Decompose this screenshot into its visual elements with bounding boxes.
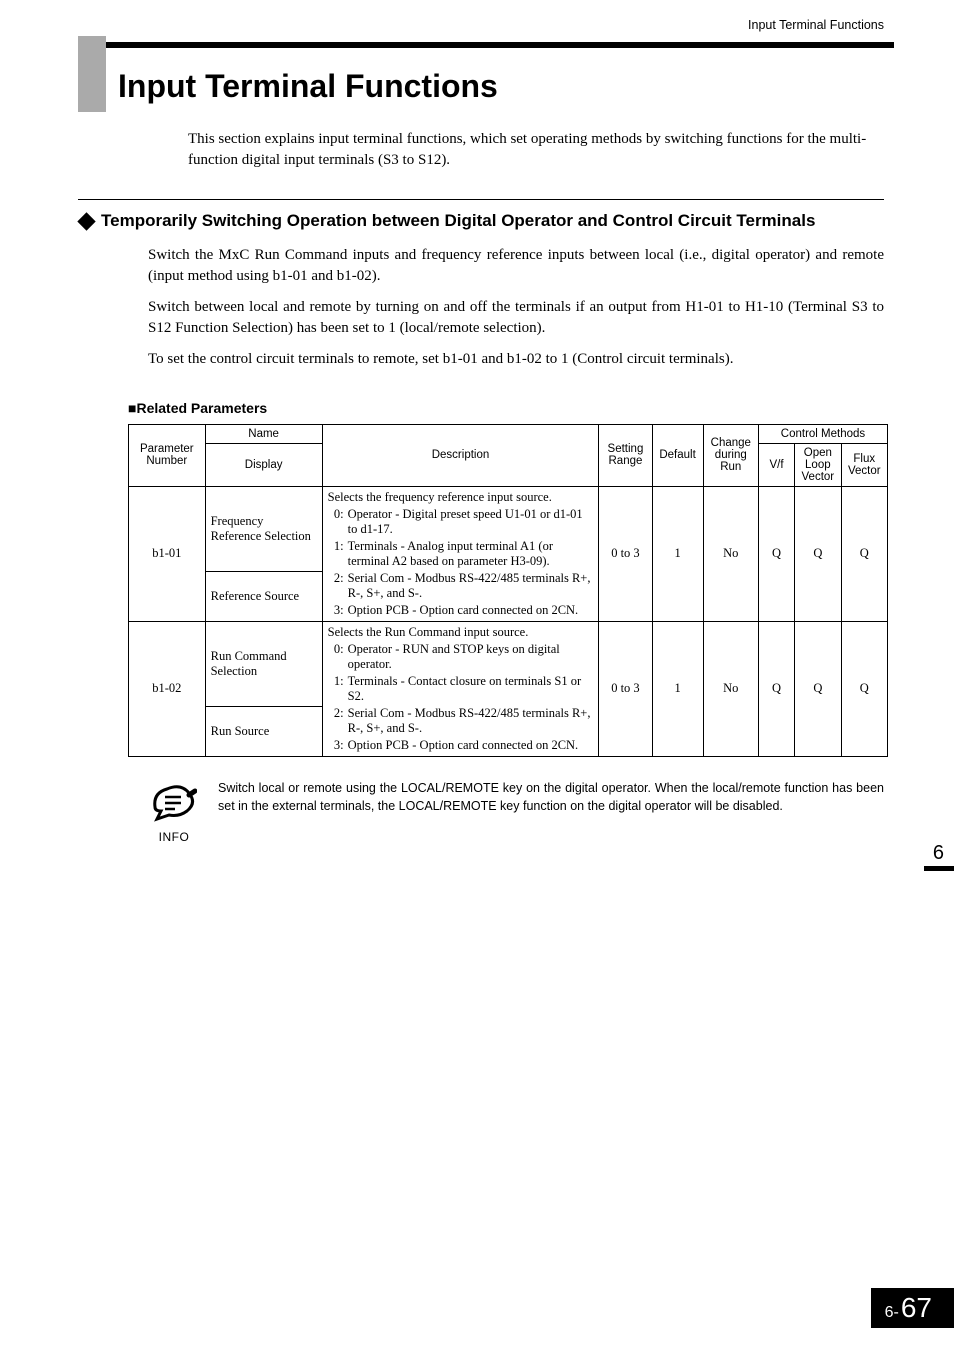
- cell-flux: Q: [841, 621, 887, 756]
- side-chapter-number: 6: [933, 842, 944, 865]
- th-default: Default: [652, 424, 703, 486]
- title-accent-block: [78, 36, 106, 112]
- desc-lead: Selects the frequency reference input so…: [328, 490, 594, 505]
- side-tab-bar: [924, 866, 954, 871]
- th-description: Description: [322, 424, 599, 486]
- cell-change: No: [703, 486, 758, 621]
- cell-name: Run Command Selection: [205, 621, 322, 706]
- section-heading-text: Temporarily Switching Operation between …: [101, 210, 815, 233]
- desc-item-text: Terminals - Analog input terminal A1 (or…: [348, 539, 594, 569]
- table-row: b1-01 Frequency Reference Selection Sele…: [129, 486, 888, 571]
- desc-item-num: 3:: [328, 603, 344, 618]
- info-text: Switch local or remote using the LOCAL/R…: [218, 779, 884, 815]
- cell-display: Run Source: [205, 706, 322, 756]
- section-heading: Temporarily Switching Operation between …: [78, 210, 884, 233]
- diamond-icon: [77, 212, 95, 230]
- header-rule: [78, 42, 894, 48]
- running-header: Input Terminal Functions: [0, 0, 954, 32]
- desc-item-num: 2:: [328, 706, 344, 736]
- desc-item-text: Operator - RUN and STOP keys on digital …: [348, 642, 594, 672]
- th-display: Display: [205, 443, 322, 486]
- th-change: Change during Run: [703, 424, 758, 486]
- page-number-tab: 6- 67: [871, 1288, 954, 1328]
- cell-param: b1-02: [129, 621, 206, 756]
- cell-change: No: [703, 621, 758, 756]
- desc-lead: Selects the Run Command input source.: [328, 625, 594, 640]
- section-paragraph: Switch between local and remote by turni…: [148, 297, 884, 339]
- desc-item-num: 0:: [328, 507, 344, 537]
- info-block: INFO Switch local or remote using the LO…: [148, 779, 884, 844]
- section-paragraph: Switch the MxC Run Command inputs and fr…: [148, 245, 884, 287]
- desc-item-num: 3:: [328, 738, 344, 753]
- desc-item-num: 1:: [328, 674, 344, 704]
- desc-item-text: Serial Com - Modbus RS-422/485 terminals…: [348, 706, 594, 736]
- section-rule: [78, 199, 884, 200]
- cell-default: 1: [652, 486, 703, 621]
- cell-name: Frequency Reference Selection: [205, 486, 322, 571]
- th-vf: V/f: [758, 443, 794, 486]
- cell-flux: Q: [841, 486, 887, 621]
- cell-description: Selects the frequency reference input so…: [322, 486, 599, 621]
- cell-vf: Q: [758, 621, 794, 756]
- subheading: ■Related Parameters: [128, 400, 884, 416]
- info-label: INFO: [148, 830, 200, 844]
- parameters-table: Parameter Number Name Description Settin…: [128, 424, 888, 757]
- table-row: b1-02 Run Command Selection Selects the …: [129, 621, 888, 706]
- th-setting-range: Setting Range: [599, 424, 652, 486]
- desc-item-text: Operator - Digital preset speed U1-01 or…: [348, 507, 594, 537]
- th-flux: Flux Vector: [841, 443, 887, 486]
- cell-display: Reference Source: [205, 571, 322, 621]
- cell-param: b1-01: [129, 486, 206, 621]
- desc-item-num: 0:: [328, 642, 344, 672]
- cell-vf: Q: [758, 486, 794, 621]
- th-control-methods: Control Methods: [758, 424, 887, 443]
- page-number: 67: [901, 1292, 932, 1324]
- page-title: Input Terminal Functions: [78, 68, 884, 105]
- th-olv: Open Loop Vector: [795, 443, 841, 486]
- intro-paragraph: This section explains input terminal fun…: [188, 129, 884, 171]
- subheading-text: Related Parameters: [136, 400, 267, 416]
- cell-range: 0 to 3: [599, 621, 652, 756]
- info-icon-wrap: INFO: [148, 779, 200, 844]
- desc-item-text: Option PCB - Option card connected on 2C…: [348, 603, 594, 618]
- info-icon: [151, 779, 197, 823]
- th-param-no: Parameter Number: [129, 424, 206, 486]
- desc-item-text: Option PCB - Option card connected on 2C…: [348, 738, 594, 753]
- section-paragraph: To set the control circuit terminals to …: [148, 349, 884, 370]
- cell-description: Selects the Run Command input source. 0:…: [322, 621, 599, 756]
- cell-olv: Q: [795, 486, 841, 621]
- cell-default: 1: [652, 621, 703, 756]
- desc-item-text: Serial Com - Modbus RS-422/485 terminals…: [348, 571, 594, 601]
- desc-item-num: 2:: [328, 571, 344, 601]
- desc-item-text: Terminals - Contact closure on terminals…: [348, 674, 594, 704]
- th-name: Name: [205, 424, 322, 443]
- running-title: Input Terminal Functions: [748, 18, 884, 32]
- chapter-prefix: 6-: [885, 1304, 899, 1322]
- cell-olv: Q: [795, 621, 841, 756]
- side-chapter-tab: 6: [924, 848, 954, 888]
- desc-item-num: 1:: [328, 539, 344, 569]
- cell-range: 0 to 3: [599, 486, 652, 621]
